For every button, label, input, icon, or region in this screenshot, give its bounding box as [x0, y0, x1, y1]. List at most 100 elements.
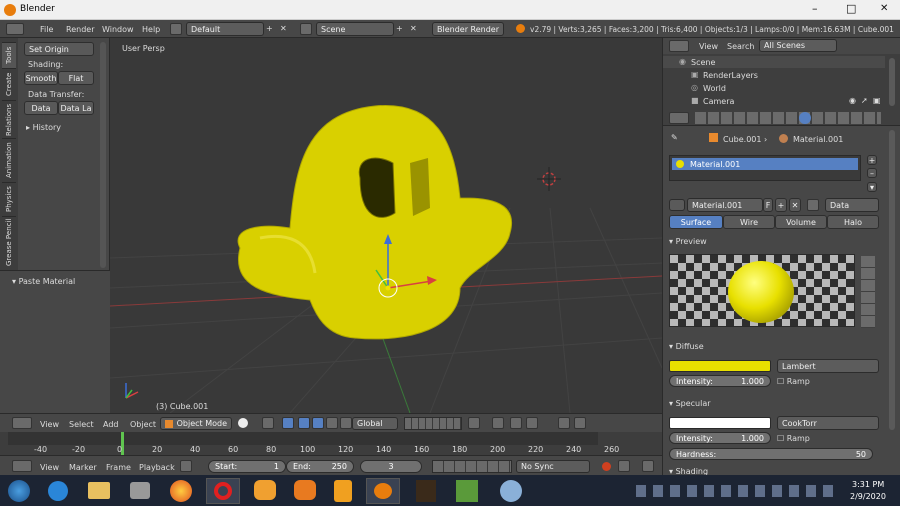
- translate-icon[interactable]: [298, 417, 310, 429]
- keying-icon[interactable]: [618, 460, 630, 472]
- keyframe-icon[interactable]: [642, 460, 654, 472]
- editor-type-3d-icon[interactable]: [12, 417, 32, 429]
- outliner-row-renderlayers[interactable]: ▣ RenderLayers: [663, 69, 885, 81]
- playback-controls[interactable]: [432, 460, 512, 473]
- clock-date[interactable]: 2/9/2020: [850, 492, 886, 501]
- current-frame-field[interactable]: 3: [360, 460, 422, 473]
- specular-intensity-field[interactable]: Intensity: 1.000: [669, 432, 771, 444]
- menu-file[interactable]: File: [40, 25, 53, 34]
- data-button[interactable]: Data: [24, 101, 58, 115]
- data-la-button[interactable]: Data La: [58, 101, 94, 115]
- outliner-row-camera[interactable]: ■ Camera ◉ ➚ ▣: [663, 95, 885, 107]
- diffuse-color-swatch[interactable]: [669, 360, 771, 372]
- mode-select[interactable]: Object Mode: [160, 417, 232, 430]
- record-icon[interactable]: [602, 462, 611, 471]
- snap-target-icon[interactable]: [526, 417, 538, 429]
- outliner-editor-icon[interactable]: [669, 40, 689, 52]
- system-tray[interactable]: [636, 485, 836, 497]
- new-material-button[interactable]: +: [775, 198, 787, 212]
- firefox-icon[interactable]: [170, 480, 192, 502]
- specular-color-swatch[interactable]: [669, 417, 771, 429]
- paint-icon[interactable]: [500, 480, 522, 502]
- explorer-icon[interactable]: [88, 482, 110, 499]
- diffuse-intensity-field[interactable]: Intensity: 1.000: [669, 375, 771, 387]
- specular-panel-header[interactable]: ▾ Specular: [669, 399, 711, 408]
- scratch-cat-2-icon[interactable]: [294, 480, 316, 500]
- close-button[interactable]: ✕: [880, 3, 888, 14]
- tl-menu-playback[interactable]: Playback: [139, 463, 175, 472]
- manipulator-icon[interactable]: [282, 417, 294, 429]
- tab-grease-pencil[interactable]: Grease Pencil: [2, 216, 16, 268]
- scratch-cat-icon[interactable]: [254, 480, 276, 500]
- outliner-filter[interactable]: All Scenes: [759, 39, 837, 52]
- start-button[interactable]: [8, 480, 30, 502]
- lock-icon[interactable]: [468, 417, 480, 429]
- render-anim-icon[interactable]: [574, 417, 586, 429]
- snap-icon[interactable]: [510, 417, 522, 429]
- material-tab-icon[interactable]: [799, 112, 811, 124]
- timeline[interactable]: -40 -20 0 20 40 60 80 100 120 140 160 18…: [0, 432, 662, 455]
- tab-physics[interactable]: Physics: [2, 182, 16, 216]
- orientation-select[interactable]: Global: [352, 417, 398, 430]
- ie-icon[interactable]: [48, 481, 68, 501]
- paste-material-header[interactable]: ▾ Paste Material: [12, 277, 75, 286]
- properties-scrollbar[interactable]: [889, 130, 895, 430]
- specular-ramp-checkbox[interactable]: ☐ Ramp: [777, 434, 810, 443]
- restrict-select-icon[interactable]: ➚: [861, 96, 868, 105]
- menu-help[interactable]: Help: [142, 25, 160, 34]
- orientation-icon[interactable]: [340, 417, 352, 429]
- hardness-field[interactable]: Hardness: 50: [669, 448, 873, 460]
- menu-view[interactable]: View: [40, 420, 59, 429]
- viewport-3d[interactable]: User Persp (3) Cube.001: [110, 38, 662, 413]
- pin-icon[interactable]: ✎: [671, 133, 678, 142]
- outliner-search[interactable]: Search: [727, 42, 754, 51]
- set-origin-button[interactable]: Set Origin: [24, 42, 94, 56]
- maximize-button[interactable]: □: [846, 2, 856, 15]
- restrict-render-icon[interactable]: ▣: [873, 96, 881, 105]
- pivot-icon[interactable]: [262, 417, 274, 429]
- unlink-material-button[interactable]: ✕: [789, 198, 801, 212]
- blender-taskbar-icon[interactable]: [366, 478, 400, 504]
- tab-relations[interactable]: Relations: [2, 100, 16, 138]
- editor-type-icon[interactable]: [6, 23, 24, 35]
- menu-object[interactable]: Object: [130, 420, 156, 429]
- monkey-mesh[interactable]: [237, 105, 513, 340]
- slot-add-button[interactable]: +: [867, 155, 877, 165]
- history-panel-header[interactable]: ▸ History: [26, 123, 61, 132]
- layout-field[interactable]: Default: [186, 22, 264, 36]
- rotate-icon[interactable]: [312, 417, 324, 429]
- menu-add[interactable]: Add: [103, 420, 119, 429]
- slot-menu-button[interactable]: ▾: [867, 182, 877, 192]
- tl-menu-view[interactable]: View: [40, 463, 59, 472]
- link-type-icon[interactable]: [807, 199, 819, 211]
- scene-add-icon[interactable]: +: [396, 24, 403, 33]
- fake-user-button[interactable]: F: [763, 198, 773, 212]
- layout-add-icon[interactable]: +: [266, 24, 273, 33]
- properties-tabs[interactable]: [663, 110, 900, 126]
- menu-window[interactable]: Window: [102, 25, 134, 34]
- material-browse-icon[interactable]: [669, 199, 685, 211]
- outliner-view[interactable]: View: [699, 42, 718, 51]
- tab-wire[interactable]: Wire: [723, 215, 775, 229]
- app-icon[interactable]: [334, 480, 352, 502]
- tl-menu-frame[interactable]: Frame: [106, 463, 131, 472]
- tab-surface[interactable]: Surface: [669, 215, 723, 229]
- context-icons[interactable]: [695, 112, 881, 124]
- specular-shader-select[interactable]: CookTorr: [777, 416, 879, 430]
- layout-icon[interactable]: [170, 23, 182, 35]
- shading-sphere-icon[interactable]: [238, 418, 248, 428]
- scale-icon[interactable]: [326, 417, 338, 429]
- preview-range-icon[interactable]: [180, 460, 192, 472]
- material-slot-row[interactable]: Material.001: [672, 158, 858, 170]
- tool-scrollbar[interactable]: [100, 42, 106, 268]
- minimize-button[interactable]: –: [812, 2, 818, 15]
- menu-render[interactable]: Render: [66, 25, 94, 34]
- camera-app-icon[interactable]: [130, 482, 150, 499]
- material-name-field[interactable]: Material.001: [687, 198, 763, 212]
- sync-select[interactable]: No Sync: [516, 460, 590, 473]
- scene-field[interactable]: Scene: [316, 22, 394, 36]
- properties-editor-icon[interactable]: [669, 112, 689, 124]
- end-frame-field[interactable]: End: 250: [286, 460, 354, 473]
- proportional-icon[interactable]: [492, 417, 504, 429]
- scene-icon[interactable]: [300, 23, 312, 35]
